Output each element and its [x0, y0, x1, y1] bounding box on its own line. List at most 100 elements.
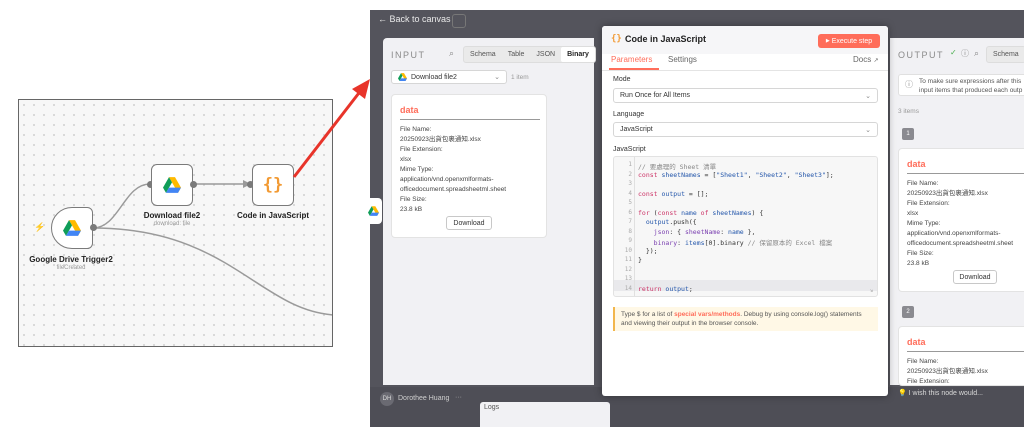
detail-value: 20250923出貨包裹通知.xlsx: [907, 368, 988, 375]
workflow-canvas[interactable]: ⚡ Google Drive Trigger2 fileCreated Down…: [18, 99, 333, 347]
callout-arrow: [292, 79, 370, 178]
detail-label: File Name:: [400, 126, 432, 133]
mode-select[interactable]: Run Once for All Items ⌄: [613, 88, 878, 103]
more-icon[interactable]: ···: [455, 394, 462, 401]
execute-step-button[interactable]: ▶ Execute step: [818, 34, 880, 48]
trigger-bolt-icon: ⚡: [34, 222, 46, 232]
special-vars-link[interactable]: special vars/methods: [674, 311, 740, 318]
tab-schema[interactable]: Schema: [464, 47, 502, 62]
input-panel: INPUT ⌕ Schema Table JSON Binary Downloa…: [383, 38, 596, 385]
output-binary-card: data File Name: 20250923出貨包裹通知.xlsx File…: [898, 326, 1024, 386]
resize-handle-icon[interactable]: ⇲: [870, 288, 873, 294]
code-node-title: Code in JavaScript: [236, 211, 310, 220]
line-number: 9: [628, 237, 632, 244]
tab-parameters[interactable]: Parameters: [611, 55, 652, 64]
line-number: 11: [624, 256, 632, 263]
code-line: });: [638, 246, 658, 255]
trigger-node-title: Google Drive Trigger2: [29, 255, 113, 264]
detail-label: File Size:: [907, 250, 934, 257]
tab-table[interactable]: Table: [502, 47, 531, 62]
trigger-output-port[interactable]: [90, 224, 97, 231]
input-display-tabs: Schema Table JSON Binary: [463, 46, 596, 63]
code-editor[interactable]: 1 // 要處理的 Sheet 清單 2 const sheetNames = ["S…: [613, 156, 878, 297]
download-output-port[interactable]: [190, 181, 197, 188]
line-number: 1: [628, 161, 632, 168]
detail-label: Mime Type:: [907, 220, 941, 227]
line-number: 7: [628, 218, 632, 225]
tab-binary[interactable]: Binary: [561, 47, 595, 62]
code-line: const output = [];: [638, 189, 709, 198]
detail-value: xlsx: [400, 156, 412, 163]
back-to-canvas-link[interactable]: ← Back to canvas: [378, 14, 451, 24]
google-drive-icon: [63, 220, 81, 236]
execute-step-label: Execute step: [831, 37, 873, 45]
google-drive-icon: [398, 73, 407, 81]
detail-label: File Size:: [400, 196, 427, 203]
download-node-title: Download file2: [143, 211, 201, 220]
line-number: 3: [628, 180, 632, 187]
arrow-left-icon: ←: [378, 14, 387, 24]
binary-file-details: File Name: 20250923出貨包裹通知.xlsx File Exte…: [400, 125, 546, 215]
trigger-node-subtitle: fileCreated: [56, 265, 86, 271]
detail-value: application/vnd.openxmlformats-: [907, 230, 1001, 237]
search-icon[interactable]: ⌕: [974, 48, 979, 59]
line-number: 4: [628, 189, 632, 197]
detail-value: xlsx: [907, 210, 919, 217]
input-source-label: Download file2: [411, 73, 457, 81]
detail-value: officedocument.spreadsheetml.sheet: [400, 186, 507, 193]
divider: [400, 119, 540, 120]
docs-link[interactable]: Docs ↗: [853, 55, 879, 64]
tab-schema[interactable]: Schema: [987, 47, 1024, 62]
avatar[interactable]: DH: [380, 392, 394, 406]
line-number: 8: [628, 227, 632, 235]
dialog-title[interactable]: Code in JavaScript: [625, 34, 706, 44]
detail-label: Mime Type:: [400, 166, 434, 173]
line-number: 10: [624, 246, 632, 254]
tab-json[interactable]: JSON: [530, 47, 561, 62]
output-display-tabs: Schema: [986, 46, 1024, 63]
line-number: 6: [628, 208, 632, 216]
code-line: output.push({: [645, 218, 697, 226]
code-hint-box: Type $ for a list of special vars/method…: [613, 307, 878, 331]
language-label: Language: [613, 111, 645, 118]
info-icon[interactable]: ⓘ: [961, 48, 969, 59]
language-select[interactable]: JavaScript ⌄: [613, 122, 878, 137]
download-button[interactable]: Download: [446, 216, 492, 230]
divider: [602, 70, 888, 71]
code-line: for (const name of sheetNames) {: [638, 208, 764, 217]
item-index-badge: 1: [902, 128, 914, 140]
logs-panel[interactable]: Logs: [480, 402, 610, 427]
detail-value: 23.8 kB: [400, 206, 423, 213]
previous-node-button[interactable]: [364, 198, 382, 224]
code-line: // 要處理的 Sheet 清單: [638, 163, 717, 171]
input-source-select[interactable]: Download file2 ⌄: [391, 70, 507, 84]
code-line: binary: items[0].binary // 保留原本的 Excel 檔…: [653, 239, 833, 247]
code-label: JavaScript: [613, 146, 646, 153]
download-node-subtitle: download: file: [153, 221, 191, 227]
code-braces-icon: {}: [611, 34, 622, 44]
binary-file-details: File Name: 20250923出貨包裹通知.xlsx File Exte…: [907, 179, 1024, 269]
line-number: 2: [628, 170, 632, 178]
docs-label: Docs: [853, 55, 872, 64]
code-in-javascript-node[interactable]: {}: [252, 164, 294, 206]
detail-value: application/vnd.openxmlformats-: [400, 176, 494, 183]
download-button[interactable]: Download: [953, 270, 997, 284]
google-drive-trigger-node[interactable]: [51, 207, 93, 249]
back-to-canvas-label: Back to canvas: [389, 14, 451, 24]
google-drive-icon: [367, 206, 379, 216]
detail-label: File Extension:: [907, 200, 950, 207]
line-number: 14: [624, 284, 632, 292]
output-panel: OUTPUT ✓ ⓘ ⌕ Schema ⓘ To make sure expre…: [890, 38, 1024, 386]
binary-card-title: data: [400, 105, 419, 115]
output-heading: OUTPUT: [898, 50, 944, 60]
feedback-link[interactable]: 💡 I wish this node would...: [898, 389, 983, 397]
code-node-dialog: {} Code in JavaScript ▶ Execute step Par…: [602, 26, 888, 396]
binary-file-details: File Name: 20250923出貨包裹通知.xlsx File Exte…: [907, 357, 1024, 387]
tab-settings[interactable]: Settings: [668, 55, 697, 64]
collapse-button[interactable]: [452, 14, 466, 28]
download-file-node[interactable]: [151, 164, 193, 206]
lightbulb-icon: 💡: [898, 390, 907, 397]
input-item-count: 1 item: [511, 74, 529, 81]
code-line: json: { sheetName: name },: [653, 227, 756, 236]
search-icon[interactable]: ⌕: [449, 48, 454, 59]
